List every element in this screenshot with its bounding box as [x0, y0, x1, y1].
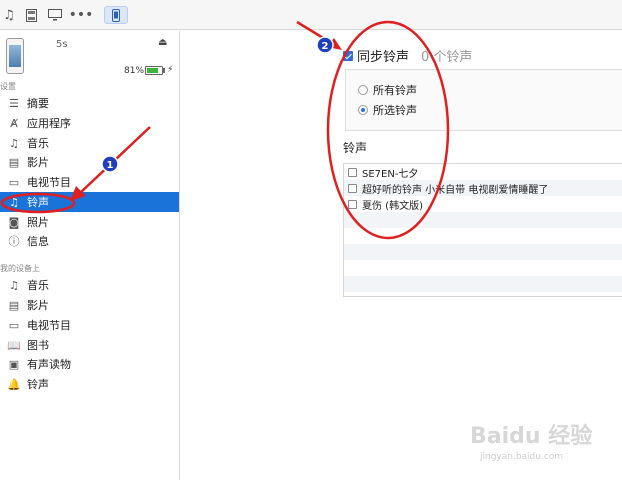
- baidu-watermark: Baidu 经验: [470, 424, 593, 449]
- highlight-ellipse-options: [326, 20, 450, 240]
- itunes-window: ♫ ••• 5s ⏏ 81% ⚡ 设置 ☰ 摘要 Ⱥ 应用程序 ♫ 音乐 ▤ 影…: [0, 0, 622, 480]
- tutorial-annotations: 1 2: [0, 20, 450, 240]
- step-marker-2-label: 2: [322, 41, 329, 52]
- highlight-ellipse-sidebar: [0, 192, 76, 214]
- step-marker-1-label: 1: [107, 160, 114, 171]
- baidu-watermark-url: jingyan.baidu.com: [480, 452, 564, 462]
